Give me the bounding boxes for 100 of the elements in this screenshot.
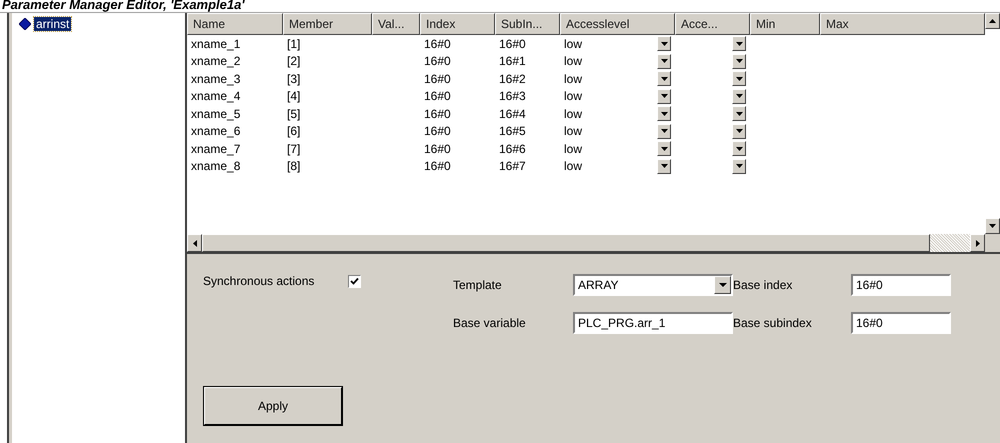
table-cell: xname_6 bbox=[191, 124, 240, 138]
dropdown-button[interactable] bbox=[732, 54, 746, 69]
table-cell: 16#5 bbox=[499, 124, 526, 138]
dropdown-button[interactable] bbox=[732, 88, 746, 104]
dropdown-button[interactable] bbox=[732, 71, 746, 86]
dropdown-button[interactable] bbox=[657, 141, 671, 156]
column-header[interactable]: Index bbox=[420, 13, 495, 35]
caret-icon bbox=[660, 146, 668, 151]
dropdown-button[interactable] bbox=[732, 36, 746, 52]
table-cell: low bbox=[564, 159, 582, 174]
diamond-icon bbox=[19, 18, 31, 30]
dropdown-button[interactable] bbox=[657, 106, 671, 122]
table-cell: 16#1 bbox=[499, 54, 526, 68]
table-cell: 16#0 bbox=[424, 106, 451, 121]
table-cell: low bbox=[564, 124, 582, 138]
column-header[interactable]: Max bbox=[820, 13, 985, 35]
column-header[interactable]: Member bbox=[283, 13, 372, 35]
caret-icon bbox=[660, 164, 668, 168]
table-cell: [7] bbox=[287, 142, 300, 156]
scrollbar-corner bbox=[985, 234, 1000, 252]
dropdown-button[interactable] bbox=[657, 54, 671, 69]
caret-icon bbox=[736, 129, 742, 134]
dropdown-button[interactable] bbox=[657, 88, 671, 104]
table-cell: 16#0 bbox=[424, 159, 451, 174]
table-cell: [1] bbox=[287, 36, 300, 51]
scroll-down-button[interactable] bbox=[985, 218, 1000, 234]
setting-label: Base subindex bbox=[733, 316, 813, 330]
table-cell: [2] bbox=[287, 54, 300, 68]
table-cell: [8] bbox=[287, 159, 300, 174]
table-cell: xname_3 bbox=[191, 72, 240, 86]
caret-icon bbox=[736, 42, 742, 46]
tree-item[interactable]: arrinst bbox=[34, 17, 72, 31]
table-cell: low bbox=[564, 72, 582, 86]
input-field[interactable]: 16#0 bbox=[851, 274, 951, 296]
setting-label: Template bbox=[453, 278, 503, 292]
table-cell: 16#0 bbox=[424, 54, 451, 68]
setting-label: Synchronous actions bbox=[203, 274, 314, 288]
scroll-left-button[interactable] bbox=[187, 234, 202, 252]
caret-icon bbox=[660, 129, 668, 134]
column-header[interactable]: Val... bbox=[372, 13, 420, 35]
setting-label: Base index bbox=[733, 278, 794, 292]
caret-icon bbox=[718, 283, 726, 287]
horizontal-scrollbar[interactable] bbox=[187, 234, 1000, 254]
caret-icon bbox=[736, 94, 742, 98]
caret-icon bbox=[660, 94, 668, 98]
table-cell: 16#3 bbox=[499, 89, 526, 104]
column-header[interactable]: Min bbox=[750, 13, 820, 35]
table-cell: xname_4 bbox=[191, 89, 240, 104]
table-cell: low bbox=[564, 54, 582, 68]
caret-icon bbox=[736, 146, 742, 151]
caret-icon bbox=[660, 76, 668, 81]
table-cell: 16#0 bbox=[424, 142, 451, 156]
left-arrow-icon bbox=[192, 240, 196, 246]
vertical-scrollbar[interactable] bbox=[985, 13, 1000, 234]
dropdown-button[interactable] bbox=[657, 158, 671, 174]
setting-label: Base variable bbox=[453, 316, 527, 330]
table-cell: low bbox=[564, 142, 582, 156]
dropdown-button[interactable] bbox=[657, 124, 671, 139]
dropdown-button[interactable] bbox=[657, 71, 671, 86]
table-cell: [5] bbox=[287, 106, 300, 121]
apply-button[interactable]: Apply bbox=[204, 387, 342, 425]
table-cell: xname_1 bbox=[191, 36, 240, 51]
input-field[interactable]: 16#0 bbox=[851, 312, 951, 334]
column-header[interactable]: SubIn... bbox=[495, 13, 560, 35]
caret-icon bbox=[736, 164, 742, 168]
dropdown-button[interactable] bbox=[732, 124, 746, 139]
scroll-thumb[interactable] bbox=[202, 234, 930, 252]
table-cell: [3] bbox=[287, 72, 300, 86]
scroll-right-button[interactable] bbox=[970, 234, 985, 252]
caret-icon bbox=[660, 42, 668, 46]
table-cell: 16#0 bbox=[499, 36, 526, 51]
dropdown-button[interactable] bbox=[732, 141, 746, 156]
dropdown-button[interactable] bbox=[732, 106, 746, 122]
caret-icon bbox=[736, 59, 742, 64]
caret-icon bbox=[736, 76, 742, 81]
table-cell: 16#0 bbox=[424, 124, 451, 138]
table-cell: [4] bbox=[287, 89, 300, 104]
checkbox[interactable] bbox=[348, 274, 362, 288]
caret-icon bbox=[660, 59, 668, 64]
input-field[interactable]: PLC_PRG.arr_1 bbox=[573, 312, 733, 334]
table-cell: 16#4 bbox=[499, 106, 526, 121]
template-dropdown[interactable]: ARRAY bbox=[573, 274, 733, 296]
caret-icon bbox=[736, 112, 742, 116]
table-cell: xname_2 bbox=[191, 54, 240, 68]
down-arrow-icon bbox=[989, 224, 996, 228]
table-cell: 16#0 bbox=[424, 72, 451, 86]
dropdown-button[interactable] bbox=[657, 36, 671, 52]
table-cell: low bbox=[564, 36, 582, 51]
table-cell: low bbox=[564, 106, 582, 121]
column-header[interactable]: Name bbox=[187, 13, 283, 35]
table-cell: xname_5 bbox=[191, 106, 240, 121]
column-header[interactable]: Accesslevel bbox=[560, 13, 675, 35]
checkmark-icon bbox=[350, 276, 360, 286]
column-header[interactable]: Acce... bbox=[675, 13, 750, 35]
dropdown-button[interactable] bbox=[732, 158, 746, 174]
table-cell: 16#0 bbox=[424, 89, 451, 104]
right-arrow-icon bbox=[976, 240, 980, 246]
table-cell: 16#2 bbox=[499, 72, 526, 86]
scroll-up-button[interactable] bbox=[985, 13, 1000, 29]
table-cell: 16#6 bbox=[499, 142, 526, 156]
